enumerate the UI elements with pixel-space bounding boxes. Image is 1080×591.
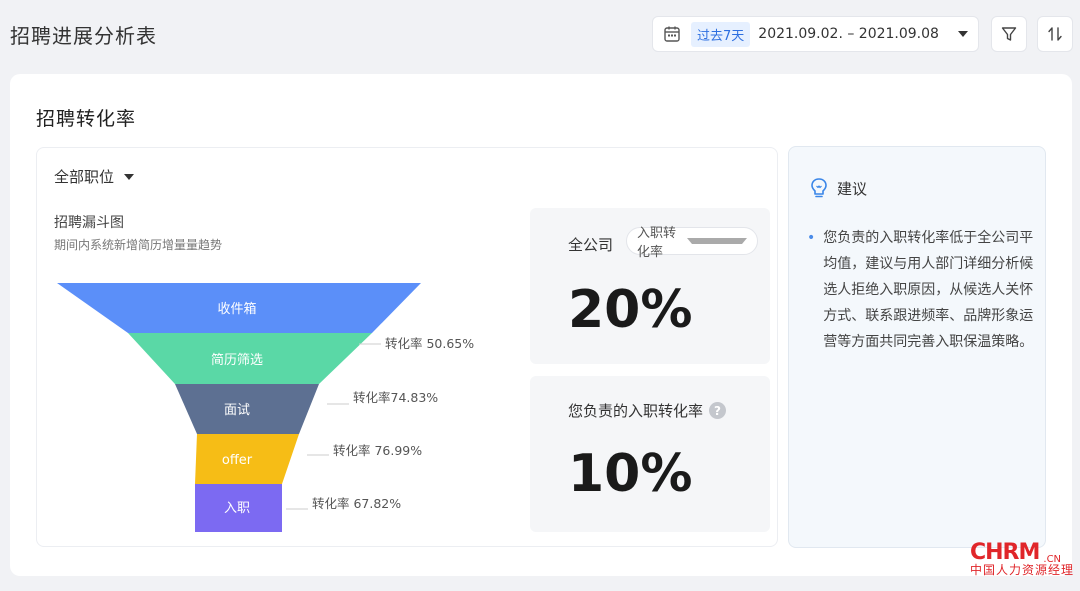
- funnel-stage-label: 面试: [224, 403, 250, 418]
- my-stat-box: 您负责的入职转化率 ? 10%: [530, 376, 770, 532]
- company-conversion-value: 20%: [568, 280, 693, 340]
- date-range-text: 2021.09.02. – 2021.09.08: [758, 26, 939, 42]
- funnel-panel: 全部职位 招聘漏斗图 期间内系统新增简历增量量趋势 收件箱 简历筛选 面试 of…: [36, 147, 778, 547]
- suggestion-title: 建议: [837, 179, 868, 198]
- page: 招聘进展分析表 过去7天 2021.09.02. – 2021.09.08 招聘…: [0, 0, 1080, 591]
- card-title: 招聘转化率: [36, 108, 137, 130]
- metric-select[interactable]: 入职转化率: [626, 226, 758, 260]
- funnel-stage-label: 收件箱: [217, 301, 256, 317]
- lightbulb-icon: [811, 178, 827, 198]
- my-stat-label-row: 您负责的入职转化率 ?: [568, 400, 727, 421]
- suggestion-item: • 您负责的入职转化率低于全公司平均值，建议与用人部门详细分析候选人拒绝入职原因…: [807, 225, 1039, 355]
- date-range-picker[interactable]: 过去7天 2021.09.02. – 2021.09.08: [652, 16, 979, 52]
- page-title: 招聘进展分析表: [10, 24, 157, 48]
- sort-button[interactable]: [1037, 16, 1073, 52]
- conversion-label: 转化率 76.99%: [333, 443, 422, 458]
- watermark-sub: 中国人力资源经理: [970, 563, 1075, 577]
- conversion-label: 转化率 67.82%: [312, 496, 401, 511]
- chevron-down-icon: [958, 31, 968, 37]
- watermark-logo: CHRM .CN 中国人力资源经理: [970, 540, 1074, 578]
- bullet-icon: •: [807, 230, 816, 246]
- conversion-label: 转化率74.83%: [353, 390, 438, 405]
- filter-icon: [1001, 27, 1017, 41]
- funnel-stage-label: 简历筛选: [211, 352, 263, 368]
- filter-button[interactable]: [991, 16, 1027, 52]
- calendar-icon: [664, 26, 680, 42]
- my-conversion-value: 10%: [568, 444, 693, 504]
- metric-select-value: 入职转化率: [637, 226, 677, 260]
- conversion-label: 转化率 50.65%: [385, 336, 474, 351]
- conversion-card: 招聘转化率 全部职位 招聘漏斗图 期间内系统新增简历增量量趋势 收件箱 简历筛选…: [10, 74, 1072, 576]
- suggestion-header: 建议: [809, 177, 867, 199]
- company-stat-label: 全公司: [568, 236, 614, 254]
- funnel-chart: 收件箱 简历筛选 面试 offer 入职 转化率 50.65% 转化率74.83…: [57, 283, 474, 532]
- suggestion-text: 您负责的入职转化率低于全公司平均值，建议与用人部门详细分析候选人拒绝入职原因，从…: [823, 230, 1034, 350]
- chevron-down-icon: [687, 238, 747, 244]
- funnel-stage-label: offer: [222, 453, 253, 468]
- funnel-stage-label: 入职: [224, 501, 250, 516]
- date-preset-tag[interactable]: 过去7天: [691, 21, 751, 47]
- help-icon[interactable]: ?: [709, 402, 727, 419]
- my-stat-label: 您负责的入职转化率: [568, 402, 704, 420]
- company-stat-box: 全公司 入职转化率 20%: [530, 208, 770, 364]
- sort-icon: [1048, 27, 1062, 41]
- suggestion-panel: 建议 • 您负责的入职转化率低于全公司平均值，建议与用人部门详细分析候选人拒绝入…: [788, 146, 1046, 548]
